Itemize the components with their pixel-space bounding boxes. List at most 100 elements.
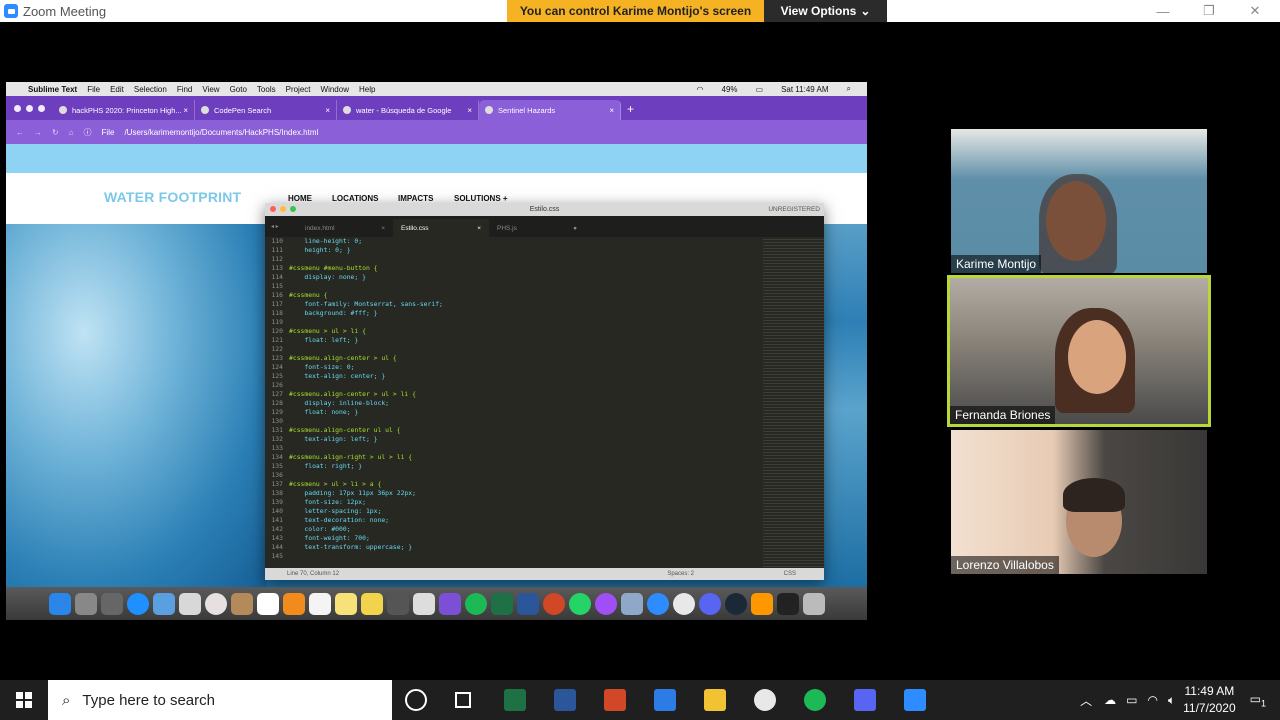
close-tab-icon[interactable]: × (183, 106, 188, 115)
participant-tile-active-speaker[interactable]: Fernanda Briones (947, 275, 1211, 427)
code-line[interactable]: 117 font-family: Montserrat, sans-serif; (265, 300, 765, 309)
code-line[interactable]: 128 display: inline-block; (265, 399, 765, 408)
menu-file[interactable]: File (87, 85, 100, 94)
stickies-icon[interactable] (334, 592, 357, 615)
calendar-icon[interactable] (256, 592, 279, 615)
code-line[interactable]: 111 height: 0; } (265, 246, 765, 255)
spotify-icon[interactable] (464, 592, 487, 615)
menu-app-name[interactable]: Sublime Text (28, 85, 77, 94)
menu-selection[interactable]: Selection (134, 85, 167, 94)
menu-view[interactable]: View (202, 85, 219, 94)
system-preferences-icon[interactable] (100, 592, 123, 615)
participant-tile[interactable]: Lorenzo Villalobos (951, 430, 1207, 574)
code-line[interactable]: 137 #cssmenu > ul > li > a { (265, 480, 765, 489)
launchpad-icon[interactable] (74, 592, 97, 615)
window-controls[interactable] (14, 105, 45, 112)
trash-icon[interactable] (802, 592, 825, 615)
back-icon[interactable]: ← (16, 128, 24, 137)
sublime-tab-active[interactable]: Estilo.css × (393, 219, 489, 237)
browser-tab-active[interactable]: Sentinel Hazards × (479, 100, 621, 120)
volume-icon[interactable]: 🔈︎ (1168, 693, 1175, 708)
minimap[interactable] (763, 237, 824, 568)
sublime-text-icon[interactable] (750, 592, 773, 615)
zoom-icon[interactable] (646, 592, 669, 615)
finder-icon[interactable] (48, 592, 71, 615)
zoom-taskbar-icon[interactable] (904, 689, 926, 711)
code-editor[interactable]: 110 line-height: 0; 111 height: 0; } 112 11… (265, 237, 765, 568)
battery-icon[interactable]: ▭ (756, 85, 764, 94)
discord-icon[interactable] (698, 592, 721, 615)
browser-tab[interactable]: water - Búsqueda de Google × (337, 100, 479, 120)
excel-icon[interactable] (490, 592, 513, 615)
code-line[interactable]: 135 float: right; } (265, 462, 765, 471)
info-icon[interactable]: ⓘ (84, 127, 92, 138)
shared-screen[interactable]: Sublime Text File Edit Selection Find Vi… (6, 82, 867, 620)
close-tab-icon[interactable]: × (325, 106, 330, 115)
code-line[interactable]: 120 #cssmenu > ul > li { (265, 327, 765, 336)
code-line[interactable]: 116 #cssmenu { (265, 291, 765, 300)
code-line[interactable]: 124 font-size: 0; (265, 363, 765, 372)
spotify-taskbar-icon[interactable] (804, 689, 826, 711)
imovie-icon[interactable] (438, 592, 461, 615)
menu-project[interactable]: Project (286, 85, 311, 94)
close-icon[interactable]: ✕ (1232, 0, 1278, 22)
code-line[interactable]: 125 text-align: center; } (265, 372, 765, 381)
modified-dot-icon[interactable]: ● (573, 225, 577, 232)
maximize-icon[interactable]: ❐ (1186, 0, 1232, 22)
menu-edit[interactable]: Edit (110, 85, 124, 94)
close-tab-icon[interactable]: × (477, 225, 481, 232)
code-line[interactable]: 138 padding: 17px 11px 36px 22px; (265, 489, 765, 498)
nav-solutions[interactable]: SOLUTIONS + (454, 194, 508, 203)
close-tab-icon[interactable]: × (609, 106, 614, 115)
notes-icon[interactable] (230, 592, 253, 615)
discord-taskbar-icon[interactable] (854, 689, 876, 711)
books-icon[interactable] (282, 592, 305, 615)
code-line[interactable]: 126 (265, 381, 765, 390)
code-line[interactable]: 140 letter-spacing: 1px; (265, 507, 765, 516)
sublime-tab[interactable]: index.html × (297, 219, 393, 237)
menu-goto[interactable]: Goto (230, 85, 247, 94)
code-line[interactable]: 122 (265, 345, 765, 354)
browser-tab[interactable]: hackPHS 2020: Princeton High... × (53, 100, 195, 120)
steam-icon[interactable] (724, 592, 747, 615)
sublime-window-controls[interactable] (270, 206, 296, 212)
powerpoint-taskbar-icon[interactable] (604, 689, 626, 711)
code-line[interactable]: 130 (265, 417, 765, 426)
code-line[interactable]: 129 float: none; } (265, 408, 765, 417)
code-line[interactable]: 139 font-size: 12px; (265, 498, 765, 507)
code-line[interactable]: 132 text-align: left; } (265, 435, 765, 444)
cortana-icon[interactable] (405, 689, 427, 711)
nav-impacts[interactable]: IMPACTS (398, 194, 433, 203)
mail-icon[interactable] (620, 592, 643, 615)
menu-window[interactable]: Window (321, 85, 349, 94)
nav-home[interactable]: HOME (288, 194, 312, 203)
address-bar[interactable]: /Users/karimemontijo/Documents/HackPHS/I… (124, 128, 318, 137)
code-line[interactable]: 114 display: none; } (265, 273, 765, 282)
onedrive-icon[interactable]: ☁ (1104, 693, 1116, 707)
safari-icon[interactable] (126, 592, 149, 615)
code-line[interactable]: 118 background: #fff; } (265, 309, 765, 318)
start-button[interactable] (0, 680, 48, 720)
menu-find[interactable]: Find (177, 85, 193, 94)
code-line[interactable]: 133 (265, 444, 765, 453)
code-line[interactable]: 134 #cssmenu.align-right > ul > li { (265, 453, 765, 462)
code-line[interactable]: 131 #cssmenu.align-center ul ul { (265, 426, 765, 435)
maps-icon[interactable] (178, 592, 201, 615)
whatsapp-icon[interactable] (568, 592, 591, 615)
code-line[interactable]: 143 font-weight: 700; (265, 534, 765, 543)
file-explorer-icon[interactable] (704, 689, 726, 711)
wifi-icon[interactable]: ◠ (697, 85, 704, 94)
code-line[interactable]: 136 (265, 471, 765, 480)
messenger-icon[interactable] (594, 592, 617, 615)
chrome-taskbar-icon[interactable] (754, 689, 776, 711)
code-line[interactable]: 113 #cssmenu #menu-button { (265, 264, 765, 273)
code-line[interactable]: 123 #cssmenu.align-center > ul { (265, 354, 765, 363)
screenshot-icon[interactable] (412, 592, 435, 615)
code-line[interactable]: 144 text-transform: uppercase; } (265, 543, 765, 552)
home-icon[interactable]: ⌂ (69, 128, 74, 137)
syntax-setting[interactable]: CSS (784, 571, 796, 577)
wifi-tray-icon[interactable]: ◠ (1147, 693, 1157, 707)
code-line[interactable]: 145 (265, 552, 765, 561)
menu-help[interactable]: Help (359, 85, 375, 94)
powerpoint-icon[interactable] (542, 592, 565, 615)
